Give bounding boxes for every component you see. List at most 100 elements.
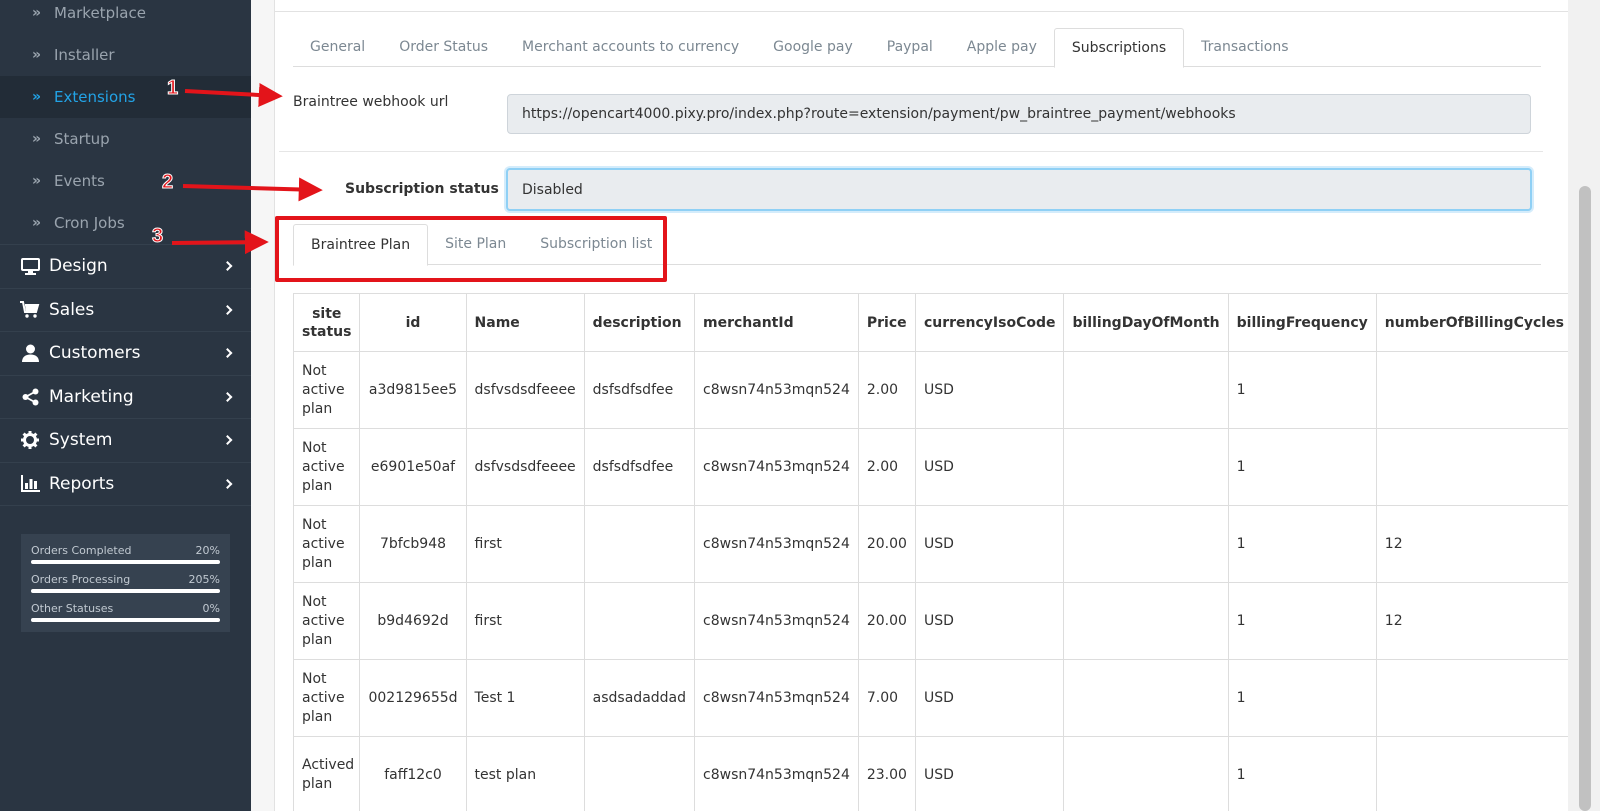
- table-cell-price: 20.00: [857, 582, 916, 660]
- table-cell-id: b9d4692d: [359, 582, 467, 660]
- table-cell-merchantid: c8wsn74n53mqn524: [694, 582, 859, 660]
- table-cell-description: dsfsdfsdfee: [583, 428, 696, 506]
- table-cell-billingfrequency: 1: [1227, 351, 1377, 429]
- tab-general[interactable]: General: [293, 28, 382, 67]
- sidebar-item-label: Startup: [54, 130, 110, 148]
- table-row: Not active plan 7bfcb948 first c8wsn74n53mq…: [293, 505, 1569, 583]
- table-row: Not active plan e6901e50af dsfvsdsdfeeee ds…: [293, 428, 1569, 506]
- tab-subscription-list[interactable]: Subscription list: [523, 224, 669, 265]
- sidebar-item-label: Sales: [49, 299, 95, 320]
- tab-braintree-plan[interactable]: Braintree Plan: [293, 224, 429, 266]
- subscription-status-select[interactable]: Disabled: [506, 168, 1532, 211]
- table-cell-price: 2.00: [857, 428, 916, 506]
- tab-apple-pay[interactable]: Apple pay: [950, 28, 1054, 67]
- chevron-right-icon: [222, 435, 233, 446]
- sidebar-item-label: Cron Jobs: [54, 214, 125, 232]
- tab-google-pay[interactable]: Google pay: [756, 28, 870, 67]
- stat-label: Orders Processing: [31, 573, 131, 586]
- table-cell-numberofbillingcycles: 12: [1375, 505, 1569, 583]
- table-cell-id: 002129655d: [359, 659, 467, 737]
- stat-orders-completed: Orders Completed 20%: [31, 544, 220, 564]
- sidebar-item-events[interactable]: » Events: [0, 160, 251, 202]
- table-cell-description: [583, 736, 696, 811]
- tab-site-plan[interactable]: Site Plan: [428, 224, 523, 265]
- stat-value: 205%: [188, 573, 220, 586]
- table-cell-billingfrequency: 1: [1227, 428, 1377, 506]
- sidebar-item-cron-jobs[interactable]: » Cron Jobs: [0, 202, 251, 244]
- webhook-url-label: Braintree webhook url: [293, 94, 449, 110]
- progress-bar: [31, 618, 220, 622]
- table-cell-description: [583, 582, 696, 660]
- webhook-url-field[interactable]: https://opencart4000.pixy.pro/index.php?…: [507, 94, 1531, 134]
- order-stats-panel: Orders Completed 20% Orders Processing 205…: [21, 534, 230, 632]
- scrollbar-thumb[interactable]: [1579, 186, 1591, 811]
- tab-merchant-accounts[interactable]: Merchant accounts to currency: [505, 28, 756, 67]
- double-chevron-icon: »: [32, 47, 41, 63]
- stat-value: 0%: [202, 602, 220, 615]
- col-merchant-id: merchantId: [694, 293, 859, 352]
- sidebar-item-label: Design: [49, 256, 108, 277]
- sidebar-item-marketing[interactable]: Marketing: [0, 374, 251, 419]
- table-cell-description: asdsadaddad: [583, 659, 696, 737]
- subscription-subtabs: Braintree Plan Site Plan Subscription li…: [293, 224, 1541, 266]
- sidebar-main-nav: Design Sales Customers Marketing System …: [0, 244, 251, 506]
- tab-subscriptions[interactable]: Subscriptions: [1053, 28, 1185, 68]
- col-currency: currencyIsoCode: [914, 293, 1065, 352]
- table-cell-currencyisocode: USD: [914, 659, 1065, 737]
- monitor-icon: [20, 257, 40, 275]
- chevron-right-icon: [222, 261, 233, 272]
- progress-bar: [31, 589, 220, 593]
- double-chevron-icon: »: [32, 173, 41, 189]
- tab-paypal[interactable]: Paypal: [870, 28, 950, 67]
- col-billing-frequency: billingFrequency: [1227, 293, 1377, 352]
- table-header-row: site status id Name description merchant…: [293, 293, 1569, 352]
- stat-value: 20%: [195, 544, 220, 557]
- sidebar-item-sales[interactable]: Sales: [0, 287, 251, 332]
- table-cell-billingfrequency: 1: [1227, 505, 1377, 583]
- share-icon: [20, 388, 40, 406]
- sidebar-item-startup[interactable]: » Startup: [0, 118, 251, 160]
- table-cell-merchantid: c8wsn74n53mqn524: [694, 736, 859, 811]
- table-cell-numberofbillingcycles: [1375, 351, 1569, 429]
- table-cell-id: faff12c0: [359, 736, 467, 811]
- table-cell-name: Test 1: [465, 659, 585, 737]
- table-cell-numberofbillingcycles: 12: [1375, 582, 1569, 660]
- sidebar-item-installer[interactable]: » Installer: [0, 34, 251, 76]
- sidebar-item-design[interactable]: Design: [0, 244, 251, 288]
- sidebar-item-label: Installer: [54, 46, 115, 64]
- table-cell-currencyisocode: USD: [914, 351, 1065, 429]
- sidebar-item-reports[interactable]: Reports: [0, 461, 251, 506]
- divider: [279, 151, 1543, 152]
- table-cell-price: 2.00: [857, 351, 916, 429]
- double-chevron-icon: »: [32, 215, 41, 231]
- table-cell-currencyisocode: USD: [914, 428, 1065, 506]
- table-cell-billingdayofmonth: [1063, 582, 1229, 660]
- table-cell-billingdayofmonth: [1063, 428, 1229, 506]
- main-content: General Order Status Merchant accounts t…: [274, 0, 1569, 811]
- table-cell-price: 20.00: [857, 505, 916, 583]
- stat-other-statuses: Other Statuses 0%: [31, 602, 220, 622]
- table-cell-name: test plan: [465, 736, 585, 811]
- chevron-right-icon: [222, 391, 233, 402]
- sidebar-item-system[interactable]: System: [0, 418, 251, 462]
- double-chevron-icon: »: [32, 5, 41, 21]
- table-cell-merchantid: c8wsn74n53mqn524: [694, 505, 859, 583]
- table-cell-name: first: [465, 505, 585, 583]
- col-billing-cycles: numberOfBillingCycles: [1375, 293, 1569, 352]
- table-cell-billingfrequency: 1: [1227, 659, 1377, 737]
- sidebar-item-marketplace[interactable]: » Marketplace: [0, 0, 251, 34]
- sidebar-item-extensions[interactable]: » Extensions: [0, 76, 251, 118]
- sidebar-item-label: Events: [54, 172, 105, 190]
- progress-bar: [31, 560, 220, 564]
- table-cell-id: e6901e50af: [359, 428, 467, 506]
- col-name: Name: [465, 293, 585, 352]
- tab-order-status[interactable]: Order Status: [382, 28, 505, 67]
- stat-label: Orders Completed: [31, 544, 132, 557]
- table-cell-currencyisocode: USD: [914, 582, 1065, 660]
- col-price: Price: [857, 293, 916, 352]
- stat-orders-processing: Orders Processing 205%: [31, 573, 220, 593]
- sidebar-item-customers[interactable]: Customers: [0, 331, 251, 375]
- table-cell-merchantid: c8wsn74n53mqn524: [694, 351, 859, 429]
- page-scrollbar[interactable]: [1568, 0, 1600, 811]
- tab-transactions[interactable]: Transactions: [1184, 28, 1305, 67]
